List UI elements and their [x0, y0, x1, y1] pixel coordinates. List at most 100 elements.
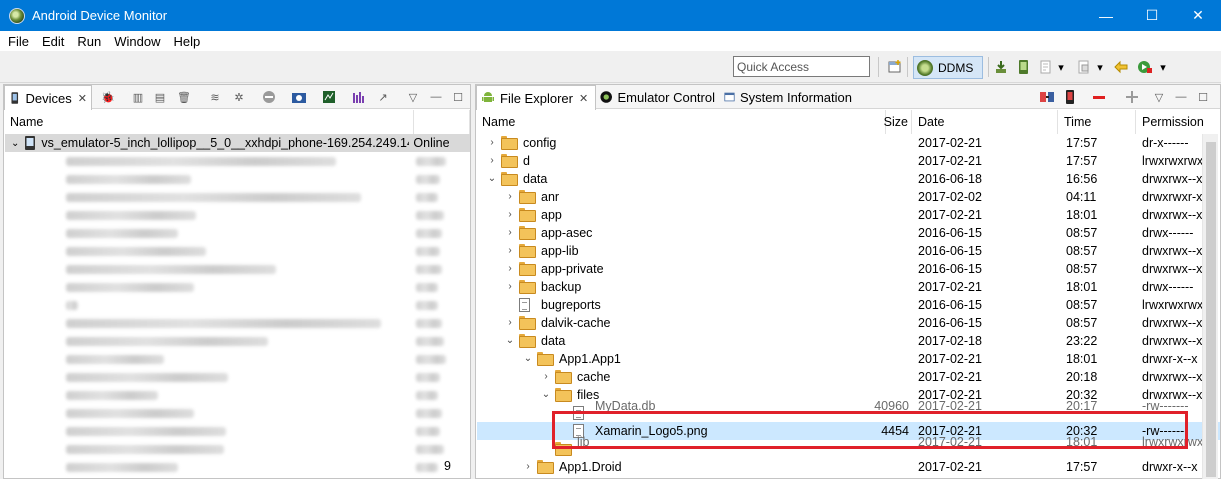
ddms-perspective-button[interactable]: DDMS [913, 56, 983, 79]
device-screen-icon[interactable] [1015, 59, 1031, 75]
update-threads-icon[interactable]: ≋ [207, 89, 223, 105]
folder-row[interactable]: ⌄ data 2016-06-18 16:56 drwxrwx--x [477, 170, 1220, 188]
row-time: 23:22 [1066, 334, 1098, 348]
tab-emulator-control[interactable]: Emulator Control [596, 85, 719, 109]
folder-row[interactable]: › app 2017-02-21 18:01 drwxrwx--x [477, 206, 1220, 224]
method-profiling-icon[interactable]: ✲ [231, 89, 247, 105]
chevron-right-icon[interactable]: › [505, 262, 515, 274]
menu-help[interactable]: Help [165, 34, 205, 49]
folder-row[interactable]: › app-asec 2016-06-15 08:57 drwx------ [477, 224, 1220, 242]
tab-file-explorer[interactable]: File Explorer ✕ [476, 85, 596, 110]
menu-run[interactable]: Run [69, 34, 106, 49]
column-name[interactable]: Name [476, 110, 886, 134]
folder-icon [501, 136, 518, 150]
folder-row[interactable]: › backup 2017-02-21 18:01 drwx------ [477, 278, 1220, 296]
chevron-right-icon[interactable]: › [505, 244, 515, 256]
file-explorer-scrollbar[interactable] [1202, 134, 1218, 479]
push-file-icon[interactable] [1062, 89, 1078, 105]
chevron-down-icon[interactable]: ▾ [1158, 59, 1168, 75]
update-heap-icon[interactable]: ▥ [130, 89, 146, 105]
chevron-right-icon[interactable]: › [487, 154, 497, 166]
chevron-right-icon[interactable]: › [541, 370, 551, 382]
row-permissions: drwxr-x--x [1142, 352, 1198, 366]
folder-row[interactable]: › d 2017-02-21 17:57 lrwxrwxrwx [477, 152, 1220, 170]
menu-file[interactable]: File [0, 34, 34, 49]
menu-window[interactable]: Window [106, 34, 165, 49]
folder-row[interactable]: › config 2017-02-21 17:57 dr-x------ [477, 134, 1220, 152]
delete-icon[interactable] [1091, 89, 1107, 105]
column-time[interactable]: Time [1058, 110, 1136, 134]
chevron-right-icon[interactable]: › [505, 226, 515, 238]
folder-row[interactable]: › anr 2017-02-02 04:11 drwxrwxr-x [477, 188, 1220, 206]
folder-row[interactable]: ⌄ data 2017-02-18 23:22 drwxrwx--x [477, 332, 1220, 350]
cause-gc-icon[interactable]: 🗑 [176, 89, 192, 105]
chevron-right-icon[interactable]: › [505, 190, 515, 202]
download-icon[interactable] [993, 59, 1009, 75]
debug-process-icon[interactable]: 🐞 [100, 89, 116, 105]
column-permissions[interactable]: Permission [1136, 110, 1220, 134]
folder-row[interactable]: › App1.Droid 2017-02-21 17:57 drwxr-x--x [477, 458, 1220, 476]
process-pid-blurred [416, 229, 442, 238]
open-perspective-icon[interactable] [887, 59, 903, 75]
quick-access-input[interactable] [733, 56, 870, 77]
devices-column-status[interactable] [414, 110, 470, 134]
devices-column-name[interactable]: Name [4, 110, 414, 134]
chevron-down-icon[interactable]: ⌄ [505, 334, 515, 346]
tab-system-information[interactable]: System Information [720, 85, 856, 109]
start-opengl-trace-icon[interactable] [351, 89, 367, 105]
phone-icon [11, 92, 19, 104]
android-icon [482, 92, 494, 102]
process-pid-blurred [416, 319, 442, 328]
folder-row[interactable]: › app-private 2016-06-15 08:57 drwxrwx--x [477, 260, 1220, 278]
menu-edit[interactable]: Edit [34, 34, 69, 49]
chevron-down-icon[interactable]: ▾ [1056, 59, 1066, 75]
phone-icon [25, 136, 36, 150]
back-arrow-icon[interactable] [1113, 59, 1129, 75]
chevron-right-icon[interactable]: › [505, 280, 515, 292]
chevron-right-icon[interactable]: › [487, 136, 497, 148]
chevron-right-icon[interactable]: › [523, 460, 533, 472]
systrace-icon[interactable] [321, 89, 337, 105]
stop-process-icon[interactable] [261, 89, 277, 105]
maximize-view-icon[interactable]: ☐ [1195, 89, 1211, 105]
view-menu-chevron-icon[interactable]: ▽ [408, 89, 418, 105]
process-pid-blurred [416, 463, 438, 472]
chevron-right-icon[interactable]: › [505, 208, 515, 220]
minimize-button[interactable]: — [1083, 0, 1129, 31]
capture-icon[interactable] [1076, 59, 1092, 75]
row-name: App1.Droid [559, 460, 622, 474]
reset-adb-icon[interactable]: ↗ [375, 89, 391, 105]
pull-file-icon[interactable] [1039, 89, 1055, 105]
close-icon[interactable]: ✕ [78, 92, 87, 105]
maximize-view-icon[interactable]: ☐ [450, 89, 466, 105]
dump-hprof-icon[interactable]: ▤ [152, 89, 168, 105]
chevron-right-icon[interactable]: › [505, 316, 515, 328]
screen-capture-icon[interactable] [291, 89, 307, 105]
chevron-down-icon[interactable]: ⌄ [541, 388, 551, 400]
chevron-down-icon[interactable]: ⌄ [487, 172, 497, 184]
highlight-annotation [552, 411, 1188, 449]
column-size[interactable]: Size [884, 110, 912, 134]
new-folder-icon[interactable] [1124, 89, 1140, 105]
file-row[interactable]: bugreports 2016-06-15 08:57 lrwxrwxrwx [477, 296, 1220, 314]
chevron-down-icon[interactable]: ⌄ [523, 352, 533, 364]
folder-row[interactable]: ⌄ files 2017-02-21 20:32 drwxrwx--x [477, 386, 1220, 404]
column-date[interactable]: Date [912, 110, 1058, 134]
view-menu-chevron-icon[interactable]: ▽ [1154, 89, 1164, 105]
folder-row[interactable]: › cache 2017-02-21 20:18 drwxrwx--x [477, 368, 1220, 386]
minimize-view-icon[interactable]: — [428, 89, 444, 105]
dump-hierarchy-icon[interactable] [1038, 59, 1054, 75]
minimize-view-icon[interactable]: — [1173, 89, 1189, 105]
tab-devices[interactable]: Devices ✕ [4, 85, 92, 110]
scrollbar-thumb[interactable] [1206, 142, 1216, 477]
folder-row[interactable]: › dalvik-cache 2016-06-15 08:57 drwxrwx--x [477, 314, 1220, 332]
maximize-button[interactable]: ☐ [1129, 0, 1175, 31]
folder-row[interactable]: › app-lib 2016-06-15 08:57 drwxrwx--x [477, 242, 1220, 260]
run-debug-icon[interactable] [1137, 59, 1153, 75]
close-button[interactable]: ✕ [1175, 0, 1221, 31]
close-icon[interactable]: ✕ [579, 92, 588, 105]
folder-row[interactable]: ⌄ App1.App1 2017-02-21 18:01 drwxr-x--x [477, 350, 1220, 368]
expand-chevron-icon[interactable]: ⌄ [11, 138, 19, 149]
chevron-down-icon[interactable]: ▾ [1095, 59, 1105, 75]
device-row[interactable]: ⌄ vs_emulator-5_inch_lollipop__5_0__xxhd… [5, 134, 470, 152]
